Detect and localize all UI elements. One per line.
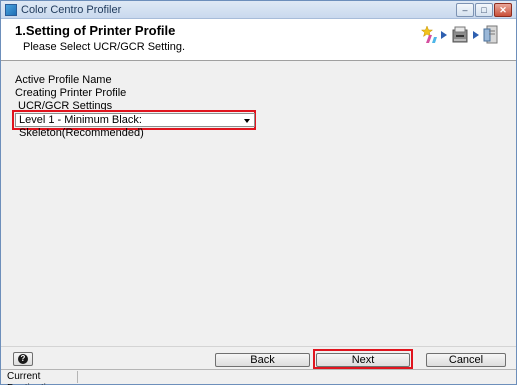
back-button-label: Back — [250, 354, 275, 366]
next-button-label: Next — [351, 354, 375, 366]
cancel-button[interactable]: Cancel — [426, 353, 506, 367]
window-title: Color Centro Profiler — [21, 4, 122, 16]
help-icon: ? — [18, 354, 28, 364]
chevron-down-icon — [244, 119, 250, 123]
arrow-right-icon — [473, 31, 479, 39]
minimize-button[interactable]: – — [456, 3, 474, 17]
help-button[interactable]: ? — [13, 352, 33, 366]
printer-icon — [452, 26, 468, 43]
app-icon — [5, 4, 17, 16]
active-profile-label: Active Profile Name — [15, 74, 112, 86]
arrow-right-icon — [441, 31, 447, 39]
back-button[interactable]: Back — [215, 353, 310, 367]
cancel-button-label: Cancel — [448, 354, 484, 366]
workflow-indicator — [421, 23, 511, 49]
maximize-button[interactable]: □ — [475, 3, 493, 17]
app-window: Color Centro Profiler – □ ✕ 1.Setting of… — [0, 0, 517, 385]
ucr-gcr-dropdown[interactable]: Level 1 - Minimum Black: Skeleton(Recomm… — [15, 113, 255, 139]
next-button[interactable]: Next — [316, 353, 410, 367]
wizard-header: 1.Setting of Printer Profile Please Sele… — [1, 19, 516, 61]
step-title: 1.Setting of Printer Profile — [15, 23, 176, 38]
current-destination-status: Current Destination — [3, 371, 78, 385]
close-button[interactable]: ✕ — [494, 3, 512, 17]
title-bar[interactable]: Color Centro Profiler – □ ✕ — [1, 1, 516, 19]
footer-divider — [1, 346, 516, 347]
status-bar: Current Destination — [1, 369, 516, 385]
step-subtitle: Please Select UCR/GCR Setting. — [23, 41, 186, 53]
ucr-gcr-selected-value: Level 1 - Minimum Black: Skeleton(Recomm… — [19, 114, 144, 139]
document-icon — [483, 25, 498, 44]
star-pen-icon — [421, 25, 437, 43]
creating-profile-label: Creating Printer Profile — [15, 87, 127, 99]
